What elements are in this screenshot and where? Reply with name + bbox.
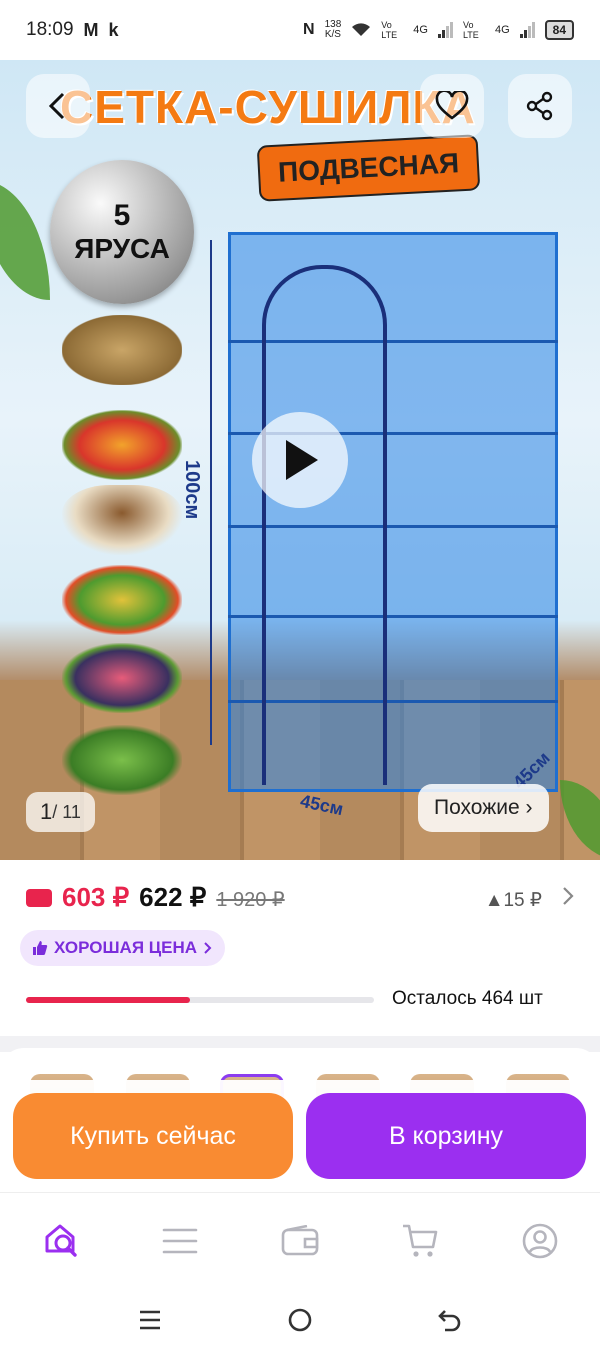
image-subtitle: ПОДВЕСНАЯ	[256, 134, 481, 202]
current-price: 622 ₽	[139, 882, 207, 912]
bottom-tab-bar	[0, 1192, 600, 1288]
battery-icon: 84	[544, 20, 574, 40]
sim1-label: Vo LTE	[381, 20, 398, 40]
add-to-cart-button[interactable]: В корзину	[306, 1093, 586, 1179]
herbs-image	[62, 725, 182, 795]
tab-wallet[interactable]	[276, 1217, 324, 1265]
signal-icon	[437, 22, 453, 38]
chevron-right-icon	[563, 887, 574, 905]
height-dimension-label: 100см	[181, 460, 203, 520]
gmail-notification-icon: M	[83, 19, 99, 40]
similar-products-button[interactable]: Похожие ›	[418, 784, 549, 832]
image-counter-total: / 11	[52, 801, 81, 822]
tiers-badge: 5 ЯРУСА	[50, 160, 194, 304]
favorite-button[interactable]	[420, 74, 484, 138]
k-notification-icon: k	[108, 19, 119, 40]
chevron-right-icon	[204, 942, 212, 954]
tab-catalog[interactable]	[156, 1217, 204, 1265]
stock-left-text: Осталось 464 шт	[392, 988, 543, 1009]
system-navigation-bar	[0, 1288, 600, 1352]
heart-icon	[435, 91, 469, 120]
sim1-network: 4G	[413, 24, 428, 36]
image-counter: 1 / 11	[26, 792, 95, 832]
recent-apps-button[interactable]	[134, 1304, 166, 1336]
price-card: 603 ₽ 622 ₽ 1 920 ₽ ▲15 ₽ ХОРОШАЯ ЦЕНА О…	[0, 860, 600, 1036]
image-counter-current: 1	[40, 799, 53, 824]
purchase-bar: Купить сейчас В корзину	[0, 1080, 600, 1192]
search-icon	[45, 1224, 77, 1257]
height-dimension-line	[210, 240, 212, 745]
tab-search[interactable]	[38, 1217, 86, 1265]
share-icon	[526, 91, 553, 121]
back-button[interactable]	[26, 74, 90, 138]
good-price-label: ХОРОШАЯ ЦЕНА	[54, 938, 198, 957]
cart-icon	[403, 1224, 438, 1257]
vegetables-image	[62, 565, 182, 635]
share-button[interactable]	[508, 74, 572, 138]
back-icon	[48, 92, 65, 120]
berries-image	[62, 643, 182, 713]
back-nav-button[interactable]	[434, 1304, 466, 1336]
signal-icon	[519, 22, 535, 38]
tab-cart[interactable]	[396, 1217, 444, 1265]
home-circle-icon	[288, 1308, 312, 1332]
price-delta: ▲15 ₽	[484, 890, 542, 911]
image-title: СЕТКА-СУШИЛКА	[60, 81, 476, 133]
sim2-label: Vo LTE	[462, 20, 479, 40]
play-video-button[interactable]	[252, 412, 348, 508]
price-row[interactable]: 603 ₽ 622 ₽ 1 920 ₽ ▲15 ₽	[26, 882, 574, 913]
home-button[interactable]	[284, 1304, 316, 1336]
tab-profile[interactable]	[516, 1217, 564, 1265]
leaf-decoration	[0, 180, 50, 300]
status-bar: 18:09 M k N 138 K/S Vo LTE 4G Vo LTE 4G …	[0, 0, 600, 60]
back-arrow-icon	[438, 1310, 461, 1332]
like-icon	[33, 941, 48, 955]
product-image-gallery[interactable]: СЕТКА-СУШИЛКА ПОДВЕСНАЯ 5 ЯРУСА 100см 45…	[0, 60, 600, 860]
profile-icon	[522, 1223, 558, 1259]
card-price: 603 ₽	[62, 882, 130, 912]
wallet-tab-icon	[281, 1225, 319, 1256]
play-icon	[286, 440, 318, 480]
catalog-icon	[162, 1228, 198, 1254]
net-speed: 138 K/S	[324, 19, 342, 40]
status-time: 18:09	[26, 19, 74, 40]
menu-icon	[140, 1310, 160, 1330]
tiers-label: ЯРУСА	[74, 233, 170, 264]
buy-now-button[interactable]: Купить сейчас	[13, 1093, 293, 1179]
tiers-number: 5	[113, 199, 131, 232]
mushrooms-image	[62, 485, 182, 555]
net-zipper	[262, 265, 387, 785]
good-price-badge[interactable]: ХОРОШАЯ ЦЕНА	[20, 930, 226, 966]
stock-progress-bar	[26, 997, 374, 1003]
stock-progress-fill	[26, 997, 190, 1003]
wifi-icon	[352, 23, 371, 36]
old-price: 1 920 ₽	[216, 889, 285, 911]
fruits-image	[62, 410, 182, 480]
wallet-icon	[26, 888, 52, 907]
fish-image	[62, 315, 182, 385]
sim2-network: 4G	[494, 24, 510, 36]
nfc-icon: N	[303, 21, 315, 38]
